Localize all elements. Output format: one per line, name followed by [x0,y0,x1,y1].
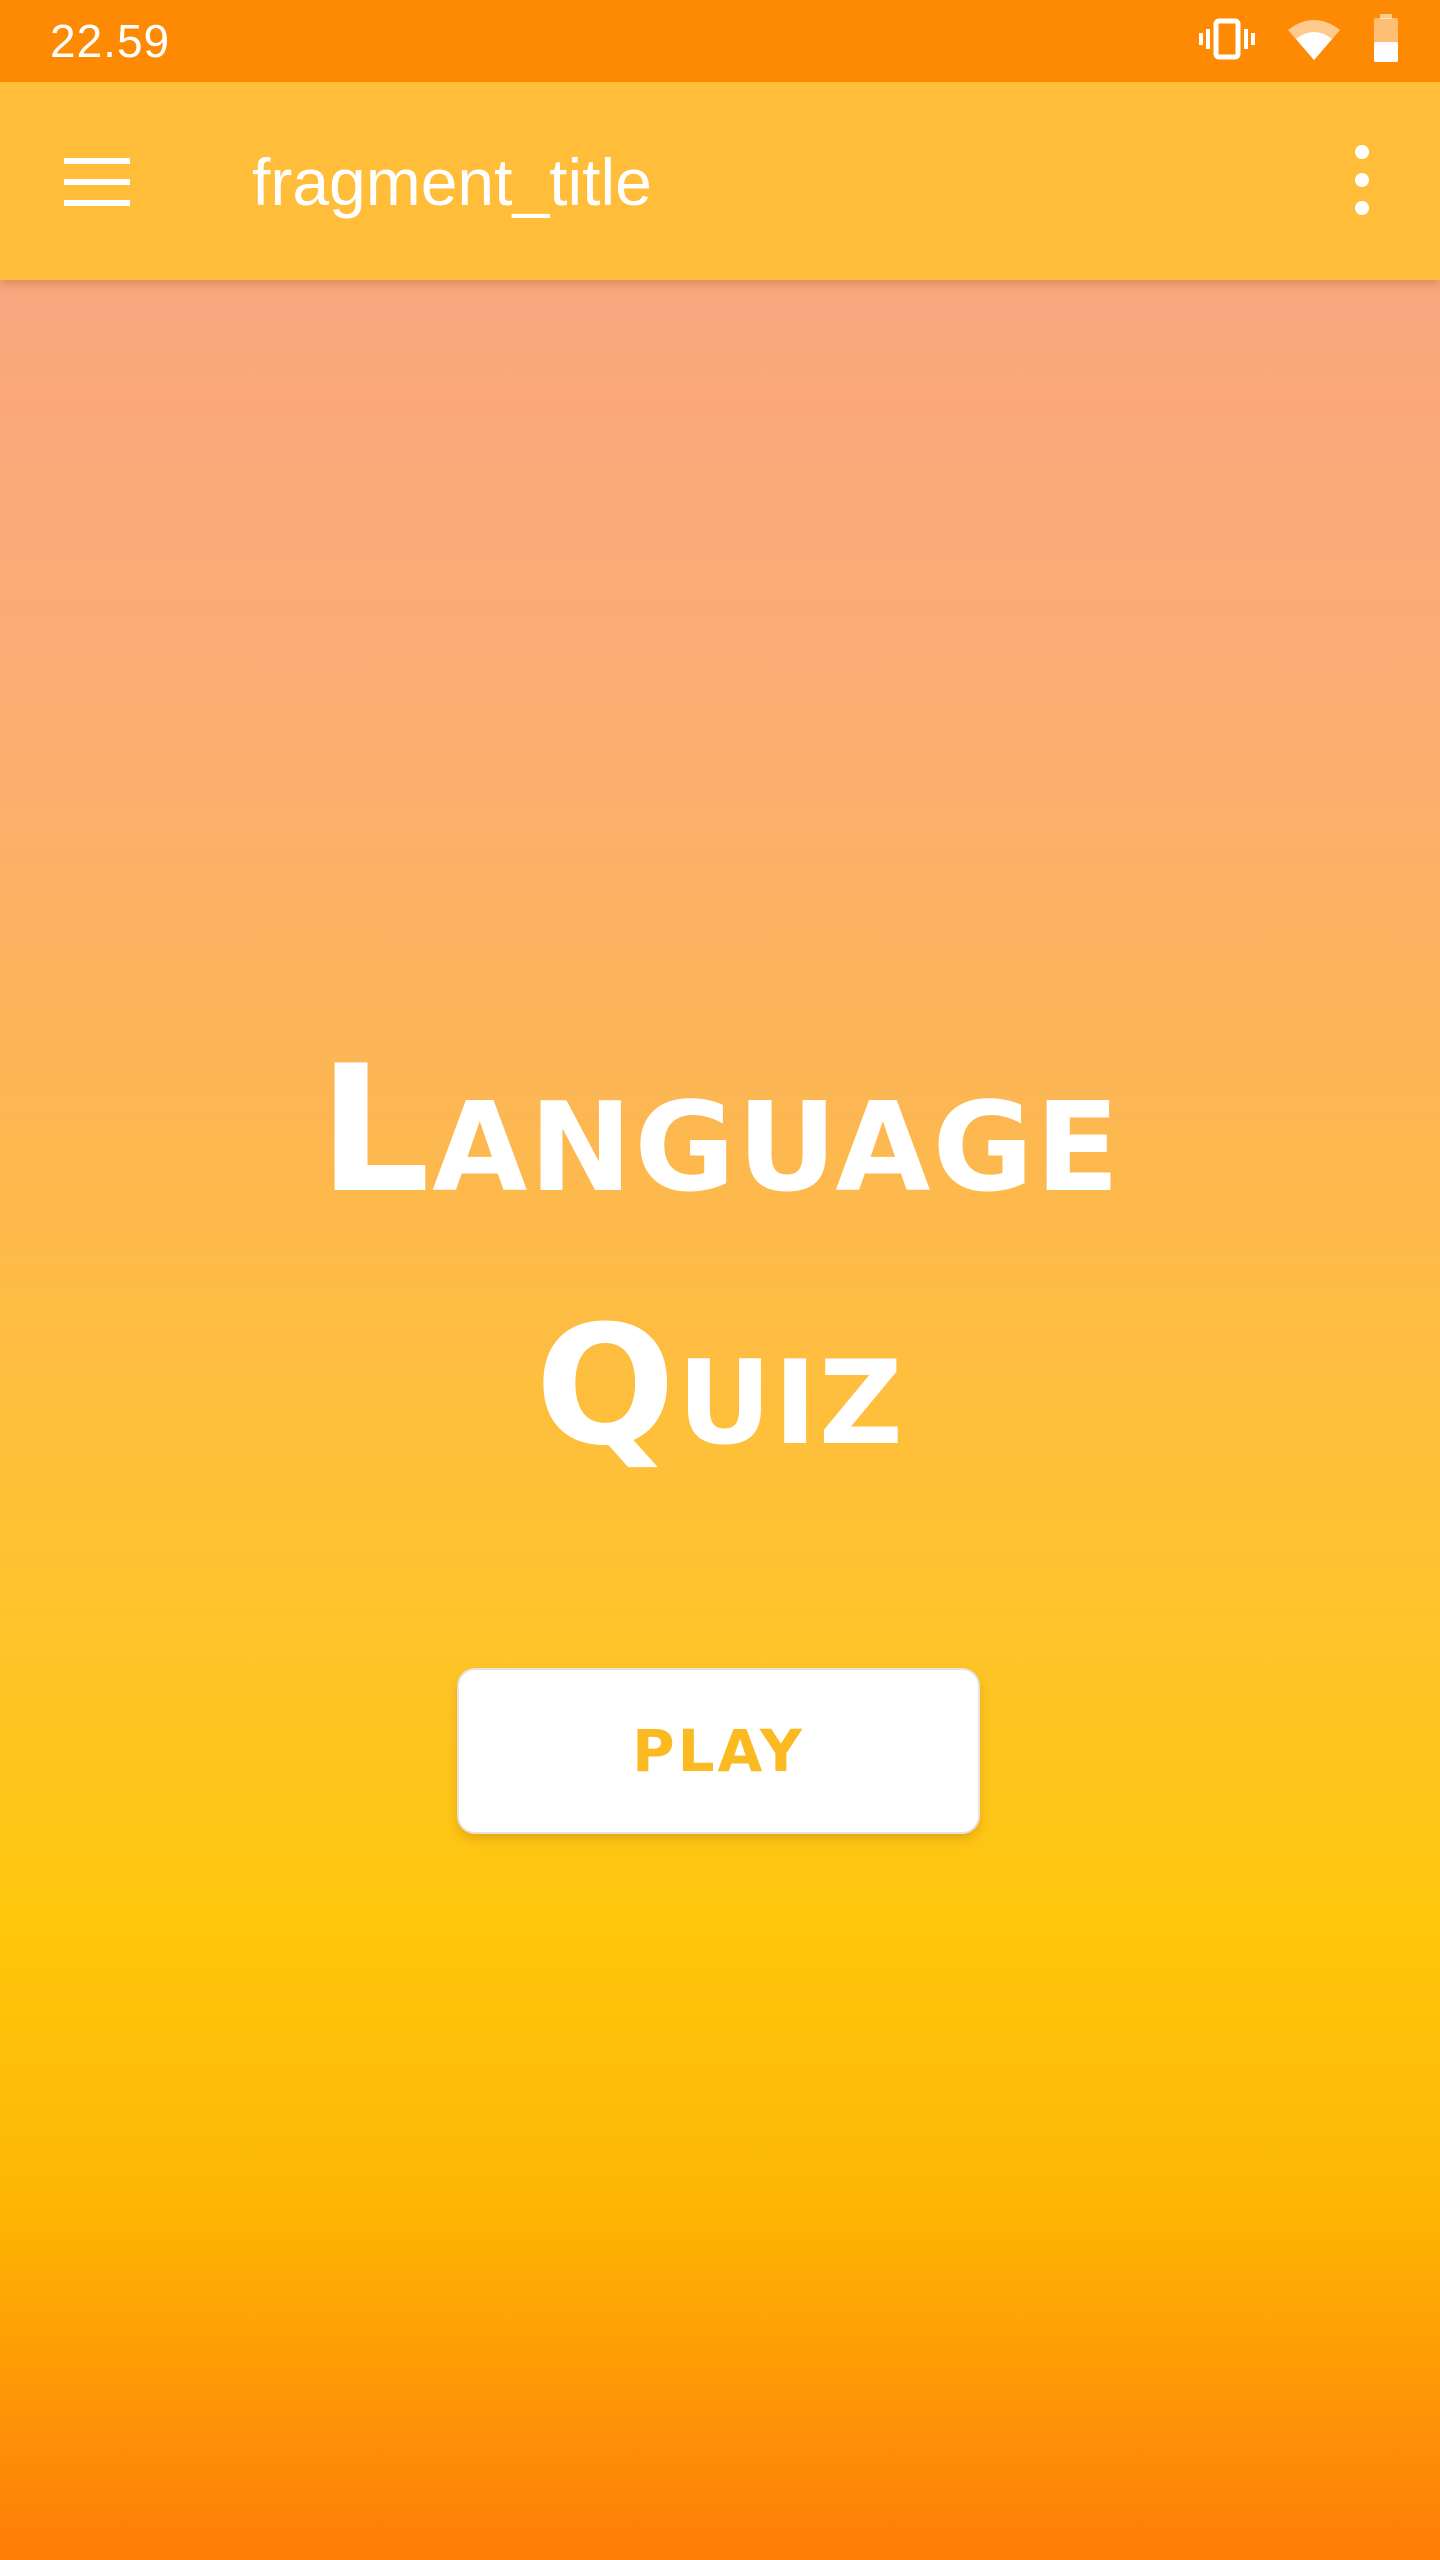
battery-icon [1372,13,1400,69]
more-vert-icon[interactable] [1320,132,1400,232]
app-bar-title: fragment_title [252,145,652,219]
status-time: 22.59 [50,15,171,67]
hamburger-menu-icon[interactable] [48,136,148,226]
wifi-icon [1286,16,1342,67]
status-icons [1198,13,1400,69]
quiz-title-line-2: Quiz [535,1290,905,1482]
screen: 22.59 fragment_title Language Quiz PLAY [0,0,1440,2560]
vibrate-icon [1198,17,1256,66]
status-bar: 22.59 [0,0,1440,82]
play-button-label: PLAY [632,1717,805,1785]
play-button[interactable]: PLAY [457,1668,980,1834]
app-bar: fragment_title [0,82,1440,280]
quiz-title-line-1: Language [318,1029,1122,1232]
